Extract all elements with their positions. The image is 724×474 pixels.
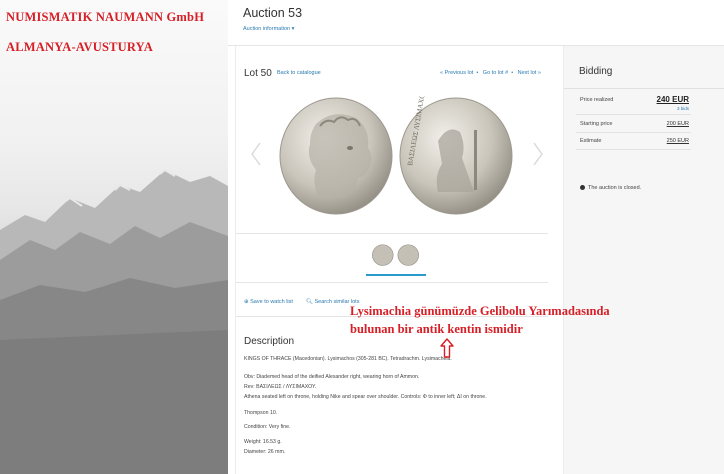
annotation-line-2: bulunan bir antik kentin ismidir bbox=[350, 322, 523, 336]
price-realized-value: 240 EUR bbox=[656, 95, 689, 104]
divider bbox=[564, 88, 724, 89]
description-line: KINGS OF THRACE (Macedonian). Lysimachos… bbox=[244, 356, 452, 362]
auction-title: Auction 53 bbox=[243, 6, 303, 20]
starting-price-label: Starting price bbox=[580, 121, 613, 127]
next-lot-link[interactable]: Next lot » bbox=[518, 70, 541, 76]
divider bbox=[576, 114, 691, 115]
arrow-up-icon bbox=[440, 338, 454, 358]
lot-navigation: « Previous lot • Go to lot # • Next lot » bbox=[440, 70, 541, 76]
auction-closed-text: The auction is closed. bbox=[588, 185, 642, 191]
annotation-line-1: Lysimachia günümüzde Gelibolu Yarımadası… bbox=[350, 304, 610, 318]
go-to-lot-link[interactable]: Go to lot # bbox=[483, 70, 508, 76]
description-line: Obv: Diademed head of the deified Alexan… bbox=[244, 374, 420, 380]
estimate-label: Estimate bbox=[580, 138, 602, 144]
auction-page: Auction 53 Auction information ▾ Lot 50 … bbox=[228, 0, 724, 474]
divider bbox=[236, 233, 548, 234]
starting-price-value: 200 EUR bbox=[666, 121, 689, 127]
company-title: NUMISMATIK NAUMANN GmbH bbox=[6, 10, 205, 24]
bidding-panel: Bidding Price realized 240 EUR 3 bids St… bbox=[563, 46, 724, 474]
description-line: Athena seated left on throne, holding Ni… bbox=[244, 394, 487, 400]
thumbnail-strip[interactable] bbox=[366, 240, 426, 276]
divider bbox=[236, 282, 548, 283]
description-line: Thompson 10. bbox=[244, 410, 278, 416]
auction-closed-notice: The auction is closed. bbox=[580, 185, 641, 191]
description-line: Diameter: 26 mm. bbox=[244, 449, 286, 455]
divider bbox=[576, 132, 691, 133]
chevron-right-icon[interactable] bbox=[532, 141, 544, 167]
description-line: Rev: ΒΑΣΙΛΕΩΣ / ΛΥΣΙΜΑΧΟΥ. bbox=[244, 384, 317, 390]
description-line: Weight: 16.53 g. bbox=[244, 439, 282, 445]
description-line: Condition: Very fine. bbox=[244, 424, 291, 430]
description-heading: Description bbox=[244, 336, 295, 347]
estimate-value: 250 EUR bbox=[666, 138, 689, 144]
divider bbox=[576, 149, 691, 150]
back-to-catalogue-link[interactable]: Back to catalogue bbox=[277, 70, 321, 76]
previous-lot-link[interactable]: « Previous lot bbox=[440, 70, 473, 76]
save-to-watch-list-link[interactable]: ⊕ Save to watch list bbox=[244, 299, 293, 305]
price-realized-label: Price realized bbox=[580, 97, 614, 103]
auction-info-link[interactable]: Auction information ▾ bbox=[243, 26, 294, 32]
bids-count-link[interactable]: 3 bids bbox=[677, 106, 689, 111]
info-icon bbox=[580, 185, 585, 191]
chevron-left-icon[interactable] bbox=[250, 141, 262, 167]
lot-panel: Lot 50 Back to catalogue « Previous lot •… bbox=[235, 46, 563, 474]
coin-image[interactable]: ΒΑΣΙΛΕΩΣ ΛΥΣΙΜΑΧΟΥ bbox=[278, 96, 516, 216]
country-title: ALMANYA-AVUSTURYA bbox=[6, 40, 153, 54]
bidding-heading: Bidding bbox=[579, 66, 613, 77]
lot-number: Lot 50 bbox=[244, 68, 272, 79]
mountain-background: NUMISMATIK NAUMANN GmbH ALMANYA-AVUSTURY… bbox=[0, 0, 228, 474]
